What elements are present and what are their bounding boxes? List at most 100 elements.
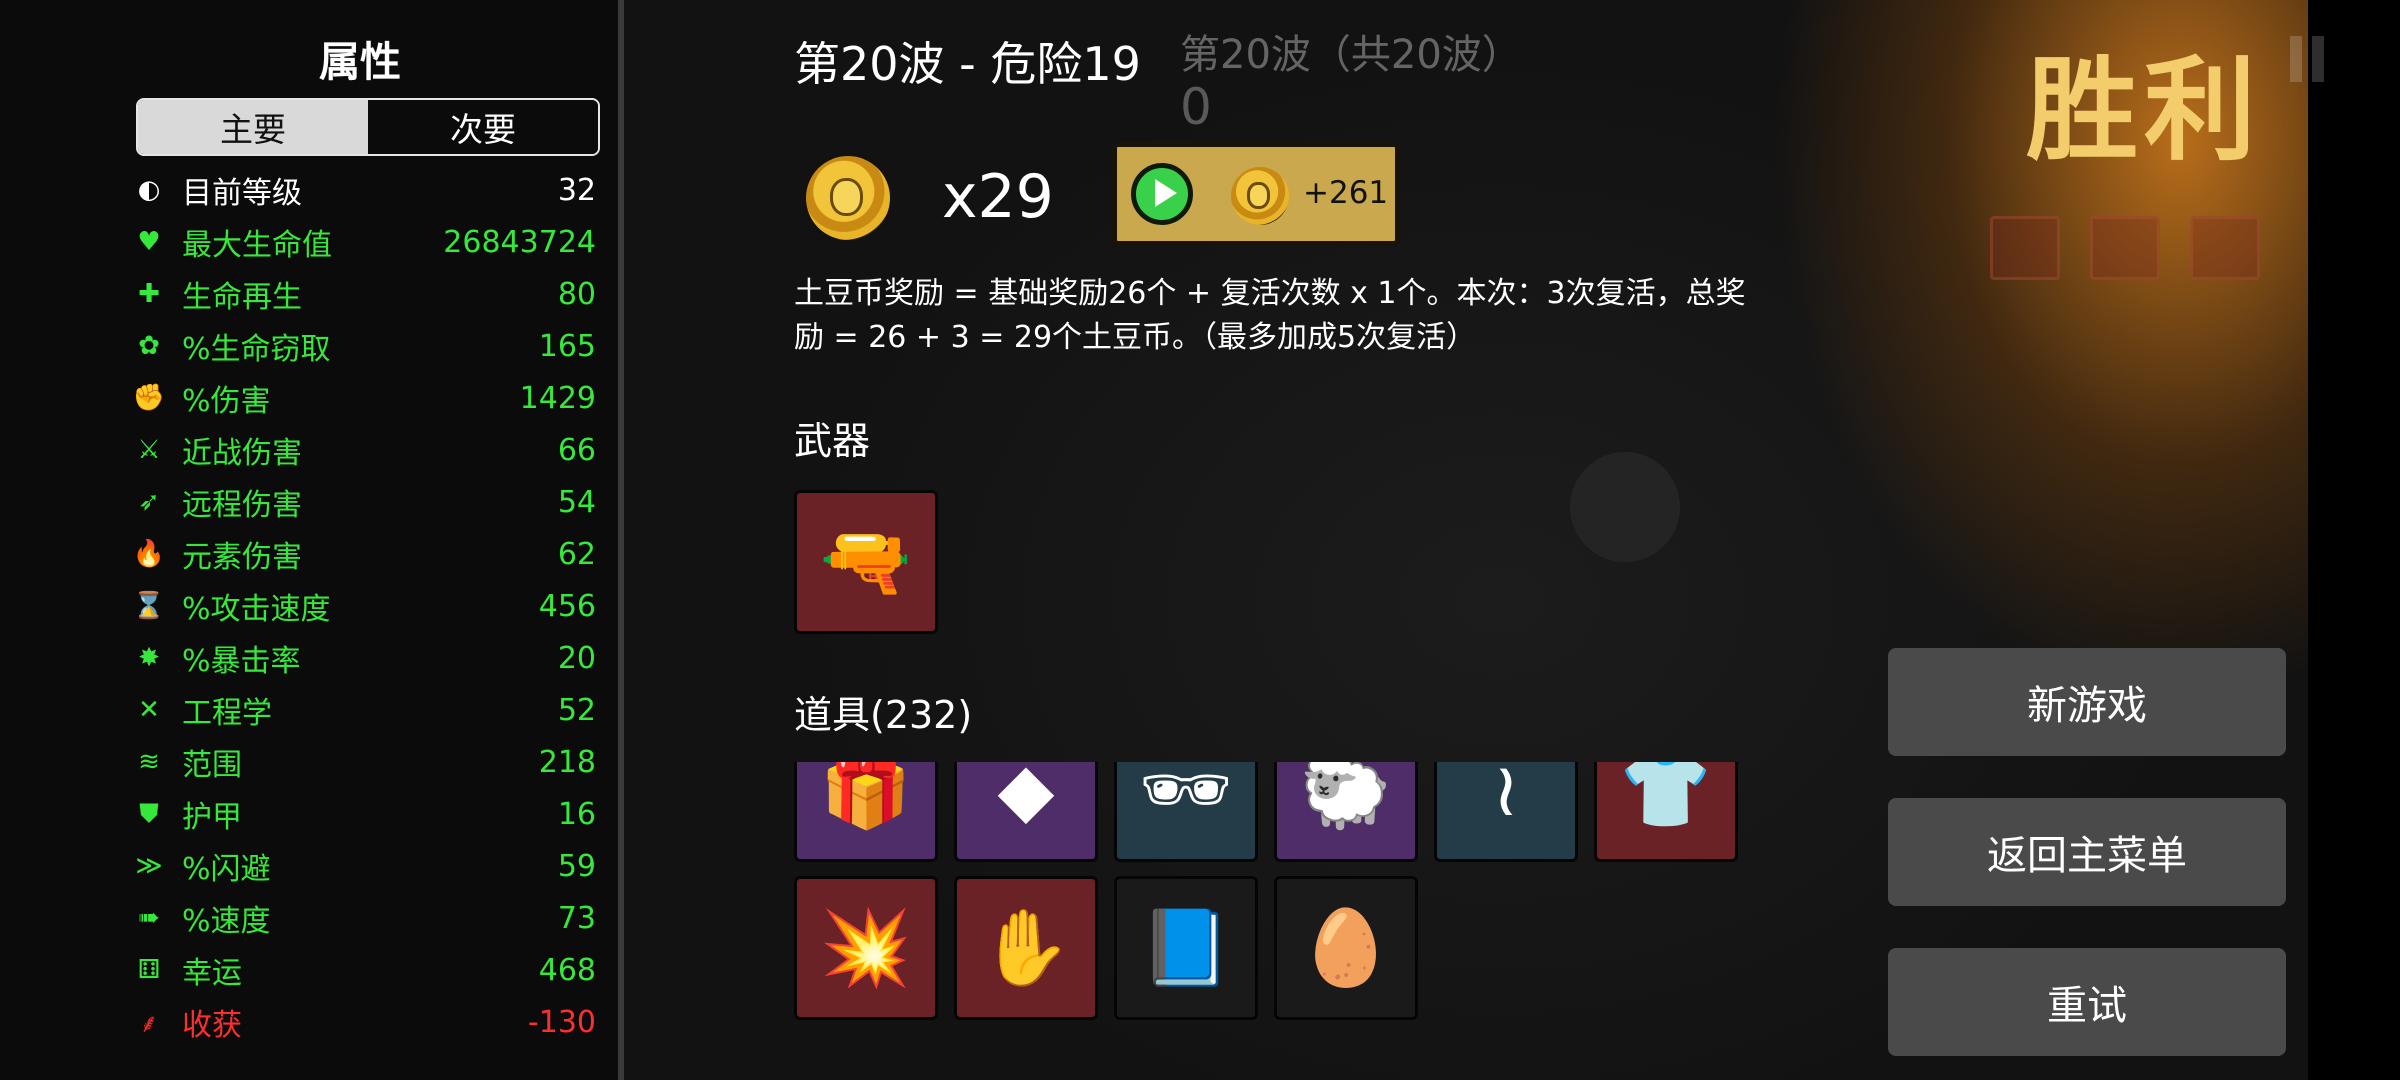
stat-row[interactable]: ⚔ 近战伤害 66: [132, 428, 596, 472]
watch-ad-bonus-button[interactable]: +261: [1112, 142, 1400, 246]
stat-row[interactable]: ⌛ %攻击速度 456: [132, 584, 596, 628]
stat-label: 工程学: [182, 696, 272, 731]
stat-label: 幸运: [182, 956, 242, 991]
stat-label: %伤害: [182, 384, 271, 419]
ranged-icon: ➶: [138, 487, 160, 517]
gift-box-icon: 🎁: [819, 762, 913, 833]
stat-value: 16: [557, 796, 596, 832]
item-slot[interactable]: 🥚: [1274, 876, 1418, 1020]
ghost-wave-text: 第20波（共20波）: [1180, 32, 1522, 78]
pause-icon[interactable]: [2290, 36, 2328, 82]
hourglass-icon: ⌛: [132, 591, 166, 621]
item-slot[interactable]: 🕶: [1114, 762, 1258, 862]
item-slot[interactable]: 💥: [794, 876, 938, 1020]
stat-label: 远程伤害: [182, 488, 302, 523]
stat-value: 52: [557, 692, 596, 728]
items-scroll-area[interactable]: 🎁 ◆ 🕶 🐑 ≀ 👕: [794, 762, 1754, 862]
blaster-icon: 🔫: [819, 518, 913, 605]
stat-row[interactable]: ➠ %速度 73: [132, 896, 596, 940]
stat-label: 目前等级: [182, 176, 302, 211]
play-icon: [1131, 163, 1193, 225]
tab-secondary[interactable]: 次要: [368, 100, 598, 154]
stat-label: %速度: [182, 904, 271, 939]
stat-value: 165: [538, 328, 596, 364]
stat-row[interactable]: ⛊ 护甲 16: [132, 792, 596, 836]
stat-value: 26843724: [443, 224, 596, 260]
hair-icon: ≀: [1492, 762, 1520, 833]
stat-row[interactable]: ◐ 目前等级 32: [132, 168, 596, 212]
range-icon: ≋: [138, 747, 160, 777]
stat-row[interactable]: ✕ 工程学 52: [132, 688, 596, 732]
stat-value: 80: [557, 276, 596, 312]
items-heading: 道具(232): [794, 693, 973, 737]
heart-icon: ♥: [137, 227, 161, 257]
stats-tabs: 主要 次要: [136, 98, 600, 156]
stat-row[interactable]: ≫ %闪避 59: [132, 844, 596, 888]
stat-row[interactable]: ⚅ 幸运 468: [132, 948, 596, 992]
item-slot[interactable]: 🐑: [1274, 762, 1418, 862]
stat-row[interactable]: ✊ %伤害 1429: [132, 376, 596, 420]
item-slot[interactable]: 📘: [1114, 876, 1258, 1020]
stat-value: 468: [538, 952, 596, 988]
stat-row[interactable]: ✸ %暴击率 20: [132, 636, 596, 680]
stat-label: 生命再生: [182, 280, 302, 315]
book-icon: 📘: [1139, 904, 1233, 991]
stat-label: 最大生命值: [182, 228, 332, 263]
stat-row[interactable]: ✚ 生命再生 80: [132, 272, 596, 316]
engineering-icon: ✕: [138, 695, 160, 725]
coin-count: x29: [942, 162, 1054, 232]
stat-row[interactable]: ♥ 最大生命值 26843724: [132, 220, 596, 264]
crystal-icon: ◆: [997, 762, 1055, 833]
item-slot[interactable]: ◆: [954, 762, 1098, 862]
stat-value: 32: [557, 172, 596, 208]
crate-icon: [2190, 216, 2260, 280]
item-slot[interactable]: 🔫: [794, 490, 938, 634]
stat-label: 收获: [182, 1008, 242, 1043]
stat-row[interactable]: 🔥 元素伤害 62: [132, 532, 596, 576]
wave-title: 第20波 - 危险19: [794, 37, 1141, 91]
stat-row[interactable]: ✿ %生命窃取 165: [132, 324, 596, 368]
sunglasses-icon: 🕶: [1139, 762, 1233, 833]
item-slot[interactable]: 🎁: [794, 762, 938, 862]
lifesteal-icon: ✿: [138, 331, 160, 361]
ad-bonus-amount: +261: [1303, 175, 1389, 211]
melee-icon: ⚔: [137, 435, 161, 465]
stat-value: 218: [538, 744, 596, 780]
stat-row[interactable]: ➶ 远程伤害 54: [132, 480, 596, 524]
regen-icon: ✚: [138, 279, 160, 309]
stat-value: 1429: [519, 380, 596, 416]
stat-value: 456: [538, 588, 596, 624]
stat-label: 护甲: [182, 800, 242, 835]
harvest-icon: ⸙: [139, 1009, 159, 1039]
item-slot[interactable]: ≀: [1434, 762, 1578, 862]
claw-icon: ✋: [979, 904, 1073, 991]
stat-row[interactable]: ⸙ 收获 -130: [132, 1000, 596, 1044]
screen-edge: [2308, 0, 2400, 1080]
main-menu-button[interactable]: 返回主菜单: [1888, 798, 2286, 906]
stat-label: %生命窃取: [182, 332, 331, 367]
stat-label: %闪避: [182, 852, 271, 887]
reward-description: 土豆币奖励 = 基础奖励26个 + 复活次数 x 1个。本次：3次复活，总奖励 …: [794, 276, 1746, 355]
weapons-heading: 武器: [794, 419, 871, 463]
item-slot[interactable]: 👕: [1594, 762, 1738, 862]
tab-primary[interactable]: 主要: [138, 100, 368, 154]
potato-coin-icon: [806, 156, 890, 240]
stat-value: 62: [557, 536, 596, 572]
stat-value: 73: [557, 900, 596, 936]
retry-button[interactable]: 重试: [1888, 948, 2286, 1056]
stat-label: 近战伤害: [182, 436, 302, 471]
stat-label: 元素伤害: [182, 540, 302, 575]
stat-label: 范围: [182, 748, 242, 783]
stats-title: 属性: [319, 38, 401, 86]
enemy-sprite: [1570, 452, 1680, 562]
stat-value: 54: [557, 484, 596, 520]
bullet-icon: 💥: [819, 904, 913, 991]
crate-icon: [2090, 216, 2160, 280]
panel-divider: [618, 0, 624, 1080]
item-slot[interactable]: ✋: [954, 876, 1098, 1020]
level-icon: ◐: [137, 175, 161, 205]
stat-row[interactable]: ≋ 范围 218: [132, 740, 596, 784]
new-game-button[interactable]: 新游戏: [1888, 648, 2286, 756]
stat-value: 20: [557, 640, 596, 676]
damage-icon: ✊: [132, 383, 166, 413]
